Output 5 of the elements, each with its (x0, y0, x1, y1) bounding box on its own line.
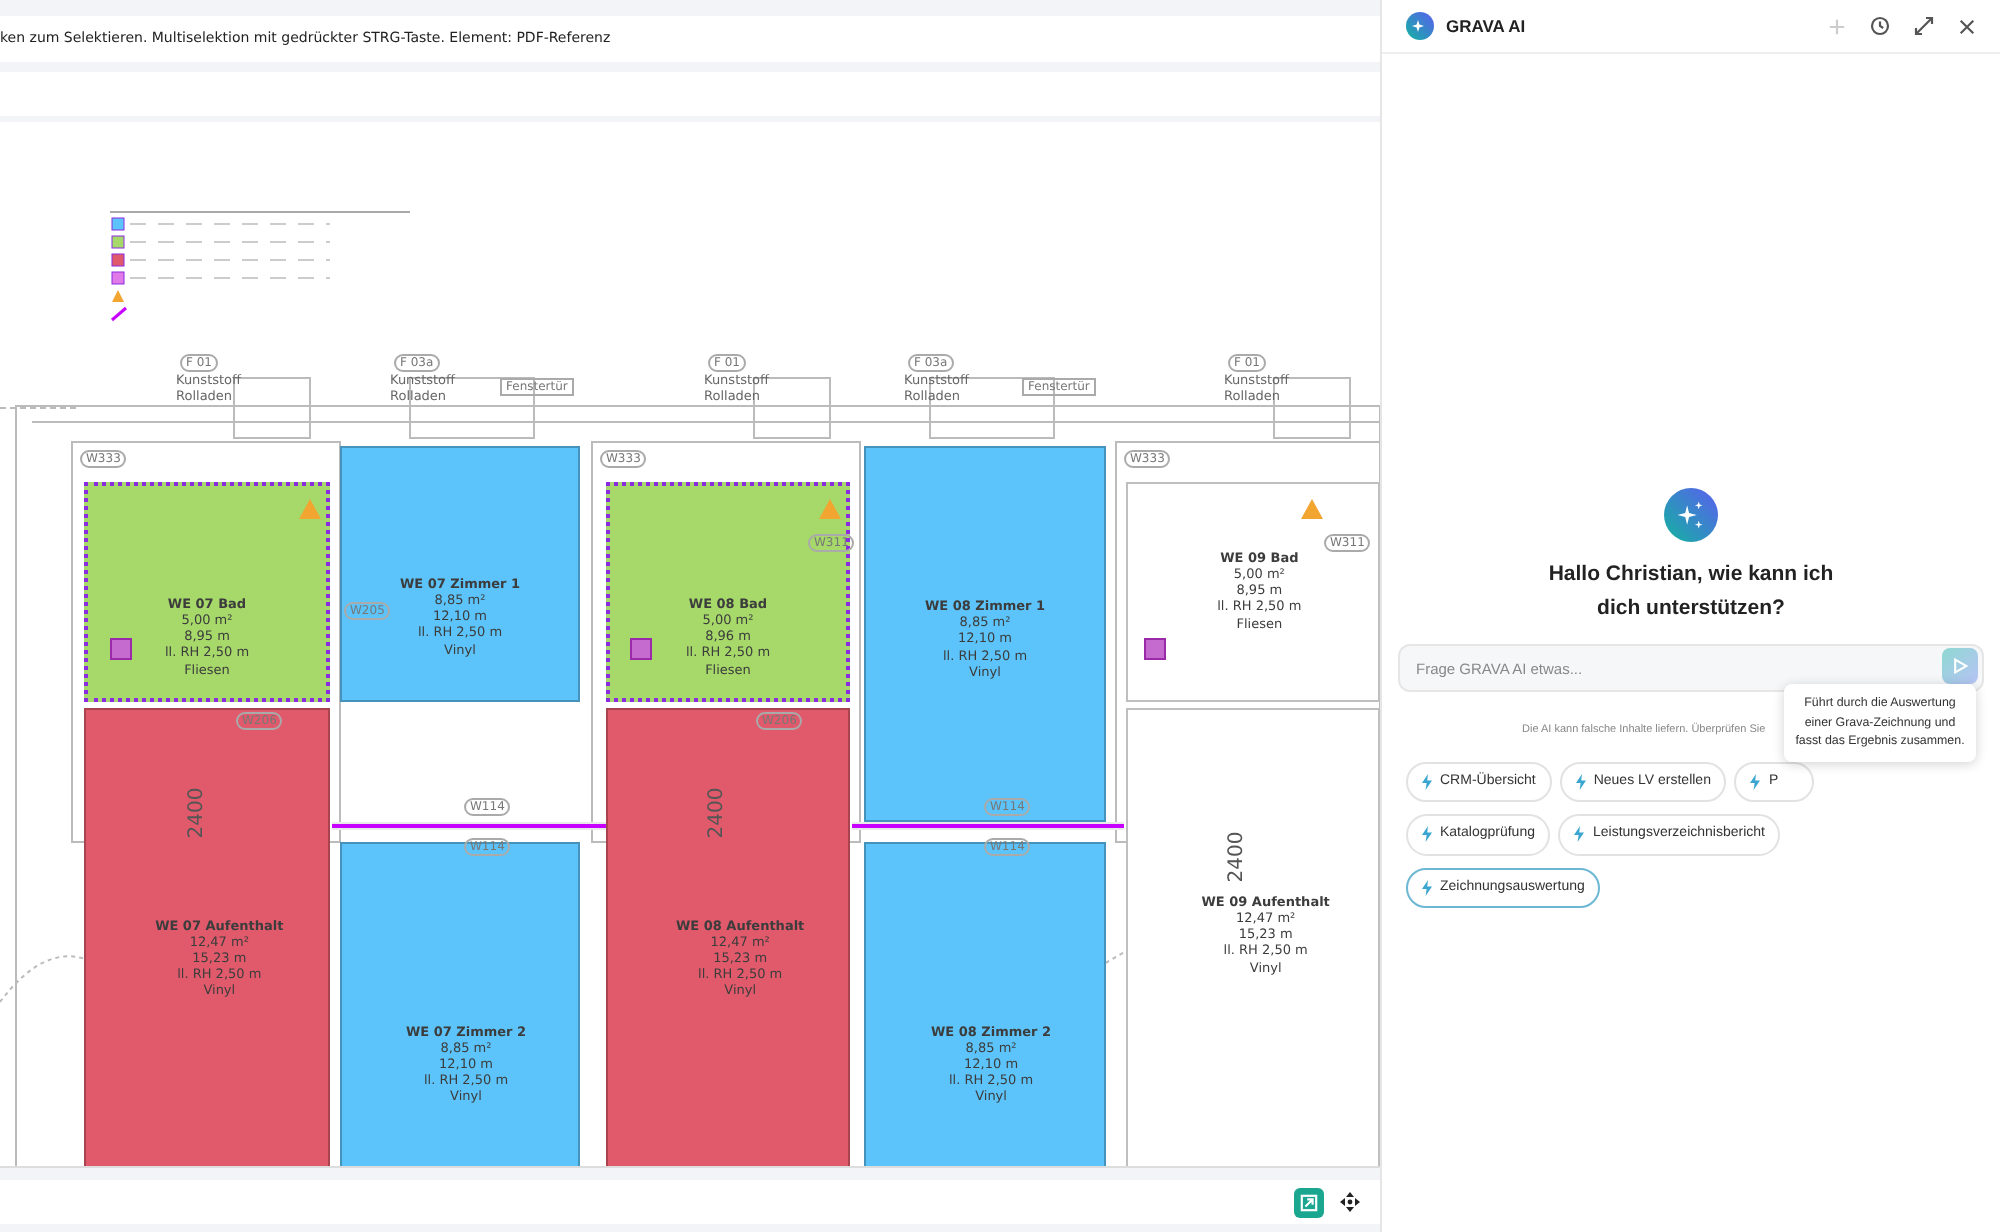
greeting-text: Hallo Christian, wie kann ich dich unterstützen? (1546, 560, 1836, 624)
dimension-label: 2400 (704, 787, 731, 839)
panel-title: GRAVA AI (1446, 13, 1526, 39)
dimension-label: 2400 (184, 787, 211, 839)
dimension-label: 2400 (1224, 831, 1251, 883)
